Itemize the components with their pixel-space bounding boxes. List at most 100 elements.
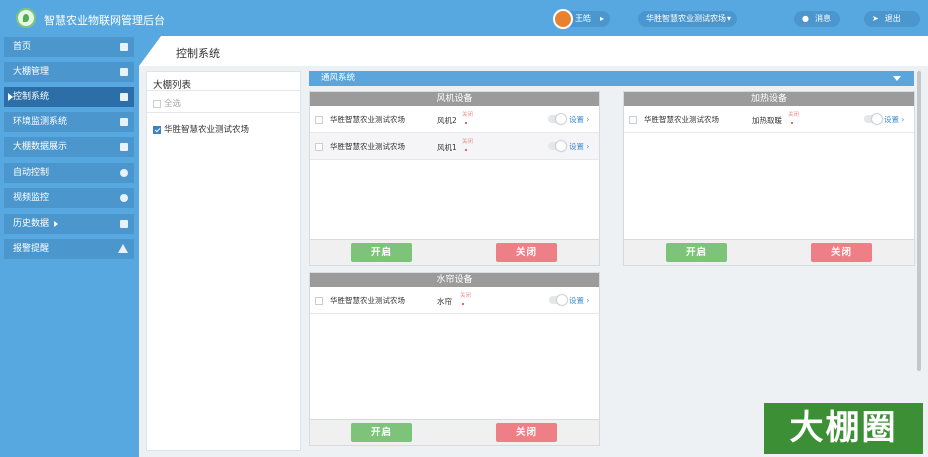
select-all-checkbox[interactable]: 全选 (153, 97, 181, 109)
sidebar-item-control-system[interactable]: 控制系统 (4, 87, 134, 107)
collapse-caret-icon[interactable] (893, 76, 901, 81)
device-row: 华胜智慧农业测试农场 加热取暖 关闭 设置 › (624, 106, 914, 133)
device-toggle[interactable] (549, 295, 567, 305)
chevron-right-icon: ▸ (599, 14, 604, 23)
device-state: 关闭 (460, 293, 472, 299)
home-icon (120, 43, 128, 51)
status-dot-icon (462, 303, 464, 305)
device-name: 加热取暖 (752, 116, 782, 125)
row-checkbox[interactable] (315, 116, 323, 124)
device-state: 关闭 (462, 139, 474, 145)
device-name: 风机2 (437, 116, 457, 125)
logout-button[interactable]: ➤ 退出 (864, 11, 920, 27)
checked-checkbox-icon (153, 125, 161, 134)
device-state: 关闭 (462, 112, 474, 118)
row-checkbox[interactable] (315, 143, 323, 151)
gear-icon (120, 169, 128, 177)
device-farm-name: 华胜智慧农业测试农场 (644, 115, 719, 124)
sidebar-item-label: 大棚数据展示 (13, 142, 68, 152)
curtain-panel-footer: 开启 关闭 (310, 419, 599, 445)
sidebar-item-label: 自动控制 (13, 168, 50, 178)
page-title: 控制系统 (176, 47, 220, 60)
sidebar-item-label: 视频监控 (13, 193, 50, 203)
camera-icon (120, 194, 128, 202)
page-header: 控制系统 (139, 36, 928, 66)
fan-off-button[interactable]: 关闭 (496, 243, 557, 262)
watermark-logo: 大棚圈 (764, 403, 923, 454)
sidebar-item-history-data[interactable]: 历史数据 (4, 214, 134, 234)
sidebar-item-label: 历史数据 (13, 219, 50, 229)
device-row: 华胜智慧农业测试农场 风机1 关闭 设置 › (310, 133, 599, 160)
curtain-off-button[interactable]: 关闭 (496, 423, 557, 442)
sidebar-item-greenhouse-data[interactable]: 大棚数据展示 (4, 137, 134, 157)
device-toggle[interactable] (548, 114, 566, 124)
device-farm-name: 华胜智慧农业测试农场 (330, 142, 405, 151)
status-dot-icon (791, 122, 793, 124)
device-state: 关闭 (788, 112, 800, 118)
grid-icon (120, 93, 128, 101)
current-farm: 华胜智慧农业测试农场 (646, 14, 726, 23)
row-checkbox[interactable] (315, 297, 323, 305)
device-farm-name: 华胜智慧农业测试农场 (330, 296, 405, 305)
device-row: 华胜智慧农业测试农场 水帘 关闭 设置 › (310, 287, 599, 314)
top-bar: 智慧农业物联网管理后台 王皓 ▸ 华胜智慧农业测试农场 ▾ ● 消息 ➤ 退出 (0, 0, 928, 36)
heating-panel-title: 加热设备 (624, 92, 914, 106)
greenhouse-icon (120, 68, 128, 76)
fan-panel-footer: 开启 关闭 (310, 239, 599, 265)
sidebar-item-label: 环境监测系统 (13, 117, 68, 127)
user-name: 王皓 (575, 14, 591, 23)
app-logo-icon (16, 8, 36, 28)
scrollbar-thumb[interactable] (917, 71, 921, 371)
curtain-on-button[interactable]: 开启 (351, 423, 412, 442)
device-toggle[interactable] (864, 114, 882, 124)
sidebar-item-environment-monitoring[interactable]: 环境监测系统 (4, 112, 134, 132)
row-checkbox[interactable] (629, 116, 637, 124)
sidebar-item-alarm[interactable]: 报警提醒 (4, 239, 134, 259)
app-title: 智慧农业物联网管理后台 (44, 14, 165, 27)
greenhouse-item-label: 华胜智慧农业测试农场 (164, 125, 250, 135)
active-indicator-icon (8, 93, 13, 101)
warning-icon (118, 244, 128, 253)
device-settings-link[interactable]: 设置 › (884, 114, 904, 125)
device-settings-link[interactable]: 设置 › (569, 114, 589, 125)
greenhouse-list-title: 大棚列表 (153, 80, 192, 91)
sidebar-item-auto-control[interactable]: 自动控制 (4, 163, 134, 183)
ventilation-title: 通风系统 (321, 73, 356, 83)
divider (147, 90, 300, 91)
device-toggle[interactable] (548, 141, 566, 151)
send-icon: ➤ (872, 14, 879, 23)
fan-device-panel: 风机设备 华胜智慧农业测试农场 风机2 关闭 设置 › 华胜智慧农业测试农场 风… (309, 91, 600, 266)
checkbox-icon (153, 99, 161, 108)
fan-panel-title: 风机设备 (310, 92, 599, 106)
heating-panel-footer: 开启 关闭 (624, 239, 914, 265)
sidebar-item-label: 大棚管理 (13, 67, 50, 77)
divider (147, 112, 300, 113)
heating-off-button[interactable]: 关闭 (811, 243, 872, 262)
messages-button[interactable]: ● 消息 (794, 11, 840, 27)
greenhouse-list-panel: 大棚列表 全选 华胜智慧农业测试农场 (146, 71, 301, 451)
sidebar: 首页 大棚管理 控制系统 环境监测系统 大棚数据展示 自动控制 视频监控 历史数… (0, 36, 139, 457)
chevron-down-icon: ▾ (726, 14, 731, 23)
greenhouse-item-checkbox[interactable]: 华胜智慧农业测试农场 (153, 123, 249, 135)
fan-on-button[interactable]: 开启 (351, 243, 412, 262)
document-icon (120, 220, 128, 228)
monitor-icon (120, 143, 128, 151)
ventilation-section-header[interactable]: 通风系统 (309, 71, 914, 86)
sidebar-item-label: 控制系统 (13, 92, 50, 102)
status-dot-icon (465, 122, 467, 124)
header-notch (139, 36, 161, 66)
device-settings-link[interactable]: 设置 › (569, 295, 589, 306)
heating-on-button[interactable]: 开启 (666, 243, 727, 262)
device-row: 华胜智慧农业测试农场 风机2 关闭 设置 › (310, 106, 599, 133)
avatar (553, 9, 573, 29)
farm-selector[interactable]: 华胜智慧农业测试农场 ▾ (638, 11, 737, 27)
device-name: 水帘 (437, 297, 452, 306)
sidebar-item-greenhouse-management[interactable]: 大棚管理 (4, 62, 134, 82)
sidebar-item-home[interactable]: 首页 (4, 37, 134, 57)
sidebar-item-video-monitoring[interactable]: 视频监控 (4, 188, 134, 208)
user-menu[interactable]: 王皓 ▸ (553, 9, 610, 29)
curtain-device-panel: 水帘设备 华胜智慧农业测试农场 水帘 关闭 设置 › 开启 关闭 (309, 272, 600, 446)
device-settings-link[interactable]: 设置 › (569, 141, 589, 152)
device-name: 风机1 (437, 143, 457, 152)
sidebar-item-label: 首页 (13, 42, 32, 52)
